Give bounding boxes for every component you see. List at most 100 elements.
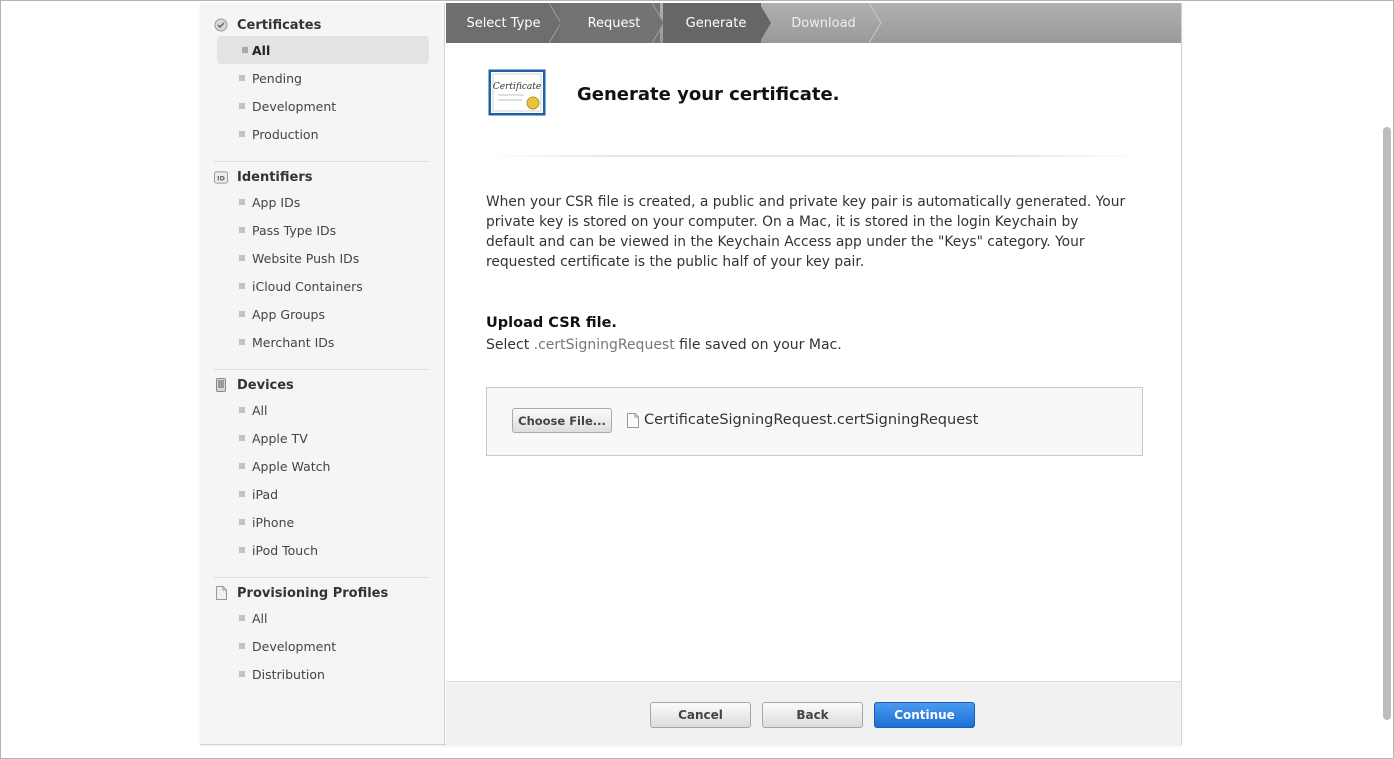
sidebar-section-certificates: Certificates All Pending Development Pro… (214, 14, 429, 148)
sidebar-item-label: iPhone (252, 514, 295, 530)
sidebar-heading-label: Certificates (237, 17, 322, 33)
sidebar-item-website-push-ids[interactable]: Website Push IDs (214, 244, 429, 272)
main-content (446, 43, 1181, 681)
bullet-icon (239, 491, 245, 497)
sidebar-item-apple-tv[interactable]: Apple TV (214, 424, 429, 452)
sidebar-section-profiles: Provisioning Profiles All Development Di… (214, 582, 429, 688)
sidebar-item-label: Apple Watch (252, 458, 331, 474)
bullet-icon (239, 615, 245, 621)
bullet-icon (239, 547, 245, 553)
sidebar-item-apple-watch[interactable]: Apple Watch (214, 452, 429, 480)
sidebar-item-certificates-production[interactable]: Production (214, 120, 429, 148)
description-text: When your CSR file is created, a public … (486, 194, 1126, 270)
bullet-icon (239, 463, 245, 469)
sidebar-item-certificates-all[interactable]: All (217, 36, 429, 64)
sidebar-item-label: Distribution (252, 666, 325, 682)
bullet-icon (239, 255, 245, 261)
sidebar-item-certificates-pending[interactable]: Pending (214, 64, 429, 92)
sidebar-heading-certificates[interactable]: Certificates (214, 14, 429, 36)
upload-description: Select .certSigningRequest file saved on… (486, 337, 842, 353)
sidebar-item-label: iPad (252, 486, 279, 502)
bullet-icon (239, 75, 245, 81)
sidebar-item-profiles-all[interactable]: All (214, 604, 429, 632)
bullet-icon (239, 199, 245, 205)
sidebar-section-devices: Devices All Apple TV Apple Watch iPad iP… (214, 374, 429, 564)
sidebar-item-pass-type-ids[interactable]: Pass Type IDs (214, 216, 429, 244)
sidebar-item-profiles-distribution[interactable]: Distribution (214, 660, 429, 688)
sidebar-item-ipad[interactable]: iPad (214, 480, 429, 508)
bullet-icon (239, 435, 245, 441)
sidebar-heading-identifiers[interactable]: ID Identifiers (214, 166, 429, 188)
id-badge-icon: ID (214, 170, 228, 184)
back-button[interactable]: Back (762, 702, 863, 728)
continue-button[interactable]: Continue (874, 702, 975, 728)
sidebar-item-label: Apple TV (252, 430, 308, 446)
sidebar-divider (214, 161, 429, 162)
sidebar-item-label: Development (252, 638, 337, 654)
bullet-icon (239, 311, 245, 317)
breadcrumb-step-label: Generate (685, 15, 747, 31)
sidebar-heading-label: Identifiers (237, 169, 313, 185)
sidebar-item-profiles-development[interactable]: Development (214, 632, 429, 660)
sidebar-item-merchant-ids[interactable]: Merchant IDs (214, 328, 429, 356)
sidebar-item-ipod-touch[interactable]: iPod Touch (214, 536, 429, 564)
title-divider (486, 155, 1142, 157)
upload-desc-suffix: file saved on your Mac. (679, 337, 842, 353)
breadcrumb-separator (869, 3, 882, 43)
sidebar-item-label: App Groups (252, 306, 325, 322)
sidebar-item-label: iPod Touch (252, 542, 318, 558)
bullet-icon (239, 407, 245, 413)
sidebar-item-label: All (252, 42, 271, 58)
sidebar-item-label: Merchant IDs (252, 334, 335, 350)
sidebar-item-label: Website Push IDs (252, 250, 360, 266)
breadcrumb-separator (759, 3, 771, 43)
bullet-icon (239, 643, 245, 649)
breadcrumb-step-download: Download (776, 3, 871, 43)
breadcrumb-step-select-type: Select Type (446, 3, 561, 43)
sidebar-item-label: All (252, 402, 268, 418)
bullet-icon (239, 671, 245, 677)
sidebar-item-devices-all[interactable]: All (214, 396, 429, 424)
sidebar-heading-profiles[interactable]: Provisioning Profiles (214, 582, 429, 604)
sidebar-item-app-ids[interactable]: App IDs (214, 188, 429, 216)
certificate-icon: Certificate (488, 69, 546, 116)
sidebar-item-icloud-containers[interactable]: iCloud Containers (214, 272, 429, 300)
breadcrumb: Select Type Request Generate Download (446, 3, 1181, 43)
bullet-icon (239, 103, 245, 109)
certificate-icon-text: Certificate (493, 82, 541, 92)
bullet-icon (239, 339, 245, 345)
sidebar-item-label: Development (252, 98, 337, 114)
bullet-icon (239, 283, 245, 289)
sidebar-item-iphone[interactable]: iPhone (214, 508, 429, 536)
certificate-seal-icon (214, 18, 228, 32)
upload-desc-extension: .certSigningRequest (533, 337, 675, 353)
breadcrumb-step-label: Download (791, 15, 856, 31)
sidebar-heading-label: Devices (237, 377, 294, 393)
sidebar-item-label: iCloud Containers (252, 278, 363, 294)
phone-device-icon (214, 378, 228, 392)
bullet-icon (239, 519, 245, 525)
selected-file-name: CertificateSigningRequest.certSigningReq… (644, 412, 979, 428)
sidebar-item-app-groups[interactable]: App Groups (214, 300, 429, 328)
breadcrumb-step-label: Select Type (466, 15, 541, 31)
choose-file-button[interactable]: Choose File... (512, 408, 612, 433)
file-icon (627, 413, 639, 428)
sidebar-item-label: App IDs (252, 194, 301, 210)
document-icon (214, 586, 228, 600)
cancel-button[interactable]: Cancel (650, 702, 751, 728)
sidebar-item-certificates-development[interactable]: Development (214, 92, 429, 120)
id-badge-icon-text: ID (217, 174, 225, 182)
breadcrumb-step-generate: Generate (663, 3, 761, 43)
breadcrumb-step-label: Request (587, 15, 641, 31)
scrollbar-thumb[interactable] (1383, 127, 1391, 720)
upload-desc-prefix: Select (486, 337, 530, 353)
bullet-icon (242, 47, 248, 53)
sidebar-divider (214, 369, 429, 370)
sidebar-item-label: Pass Type IDs (252, 222, 337, 238)
bullet-icon (239, 227, 245, 233)
sidebar-item-label: Production (252, 126, 319, 142)
sidebar-section-identifiers: ID Identifiers App IDs Pass Type IDs Web… (214, 166, 429, 356)
sidebar-heading-devices[interactable]: Devices (214, 374, 429, 396)
page-title: Generate your certificate. (577, 84, 840, 105)
sidebar-heading-label: Provisioning Profiles (237, 585, 389, 601)
